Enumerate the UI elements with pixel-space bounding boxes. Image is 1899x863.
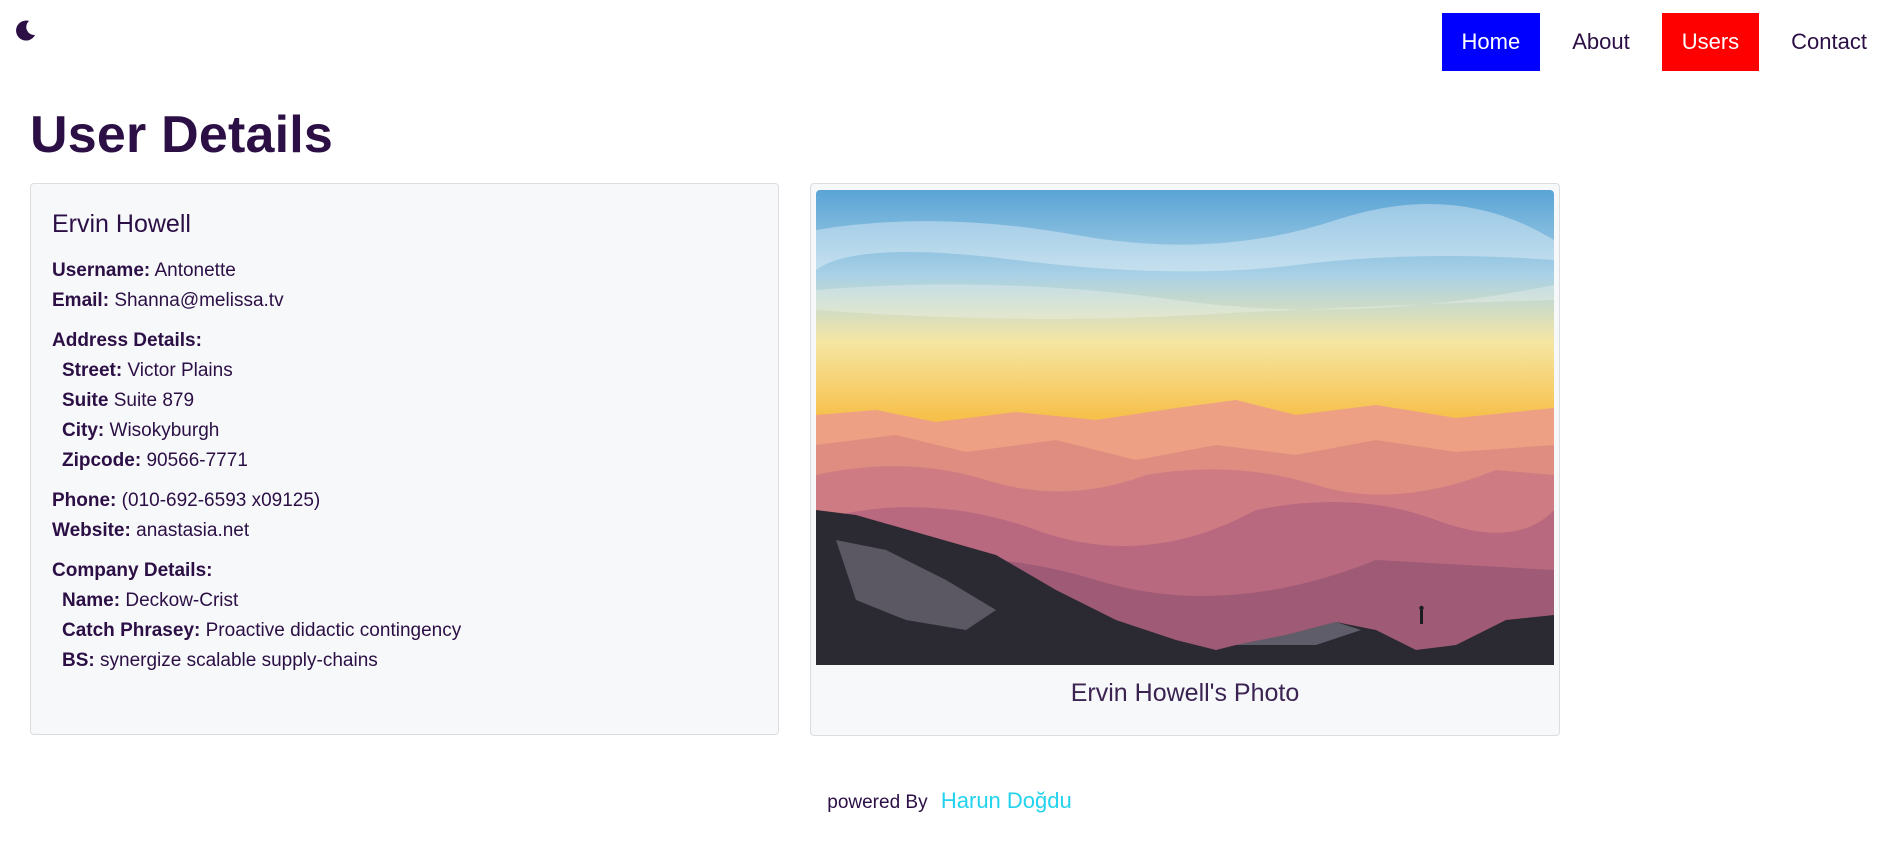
city-value: Wisokyburgh bbox=[109, 420, 220, 441]
footer: powered By Harun Doğdu bbox=[0, 788, 1899, 814]
suite-value: Suite 879 bbox=[113, 390, 195, 411]
phone-row: Phone: (010-692-6593 x09125) bbox=[52, 486, 757, 516]
top-bar: Home About Users Contact bbox=[0, 0, 1899, 90]
zipcode-label: Zipcode: bbox=[62, 450, 142, 471]
catch-phrase-value: Proactive didactic contingency bbox=[205, 620, 462, 641]
main-nav: Home About Users Contact bbox=[1441, 13, 1887, 71]
email-label: Email: bbox=[52, 290, 110, 311]
user-name: Ervin Howell bbox=[52, 210, 191, 238]
website-label: Website: bbox=[52, 520, 131, 541]
phone-value: (010-692-6593 x09125) bbox=[121, 490, 321, 511]
nav-contact-link[interactable]: Contact bbox=[1771, 13, 1887, 71]
user-photo bbox=[816, 190, 1554, 665]
moon-icon[interactable] bbox=[12, 18, 38, 44]
street-label: Street: bbox=[62, 360, 123, 381]
user-details-card: Ervin Howell Username: Antonette Email: … bbox=[30, 183, 779, 735]
page-title: User Details bbox=[30, 106, 333, 164]
bs-label: BS: bbox=[62, 650, 95, 671]
powered-by-text: powered By bbox=[827, 792, 928, 813]
bs-row: BS: synergize scalable supply-chains bbox=[52, 646, 757, 676]
username-value: Antonette bbox=[154, 260, 236, 281]
city-row: City: Wisokyburgh bbox=[52, 416, 757, 446]
photo-caption: Ervin Howell's Photo bbox=[1070, 679, 1300, 707]
catch-phrase-label: Catch Phrasey: bbox=[62, 620, 201, 641]
website-row: Website: anastasia.net bbox=[52, 516, 757, 546]
city-label: City: bbox=[62, 420, 105, 441]
email-value: Shanna@melissa.tv bbox=[114, 290, 284, 311]
user-photo-card: Ervin Howell's Photo bbox=[810, 183, 1560, 736]
nav-home-link[interactable]: Home bbox=[1441, 13, 1541, 71]
nav-about-link[interactable]: About bbox=[1552, 13, 1650, 71]
bs-value: synergize scalable supply-chains bbox=[100, 650, 378, 671]
company-name-label: Name: bbox=[62, 590, 121, 611]
street-row: Street: Victor Plains bbox=[52, 356, 757, 386]
suite-label: Suite bbox=[62, 390, 109, 411]
company-name-value: Deckow-Crist bbox=[125, 590, 239, 611]
zipcode-row: Zipcode: 90566-7771 bbox=[52, 446, 757, 476]
email-row: Email: Shanna@melissa.tv bbox=[52, 286, 757, 316]
nav-users-link[interactable]: Users bbox=[1661, 13, 1760, 71]
suite-row: Suite Suite 879 bbox=[52, 386, 757, 416]
phone-label: Phone: bbox=[52, 490, 117, 511]
username-label: Username: bbox=[52, 260, 151, 281]
address-heading: Address Details: bbox=[52, 330, 202, 351]
street-value: Victor Plains bbox=[127, 360, 233, 381]
catch-phrase-row: Catch Phrasey: Proactive didactic contin… bbox=[52, 616, 757, 646]
company-name-row: Name: Deckow-Crist bbox=[52, 586, 757, 616]
company-heading: Company Details: bbox=[52, 560, 213, 581]
username-row: Username: Antonette bbox=[52, 256, 757, 286]
website-value: anastasia.net bbox=[136, 520, 250, 541]
zipcode-value: 90566-7771 bbox=[146, 450, 248, 471]
author-link[interactable]: Harun Doğdu bbox=[941, 788, 1072, 813]
